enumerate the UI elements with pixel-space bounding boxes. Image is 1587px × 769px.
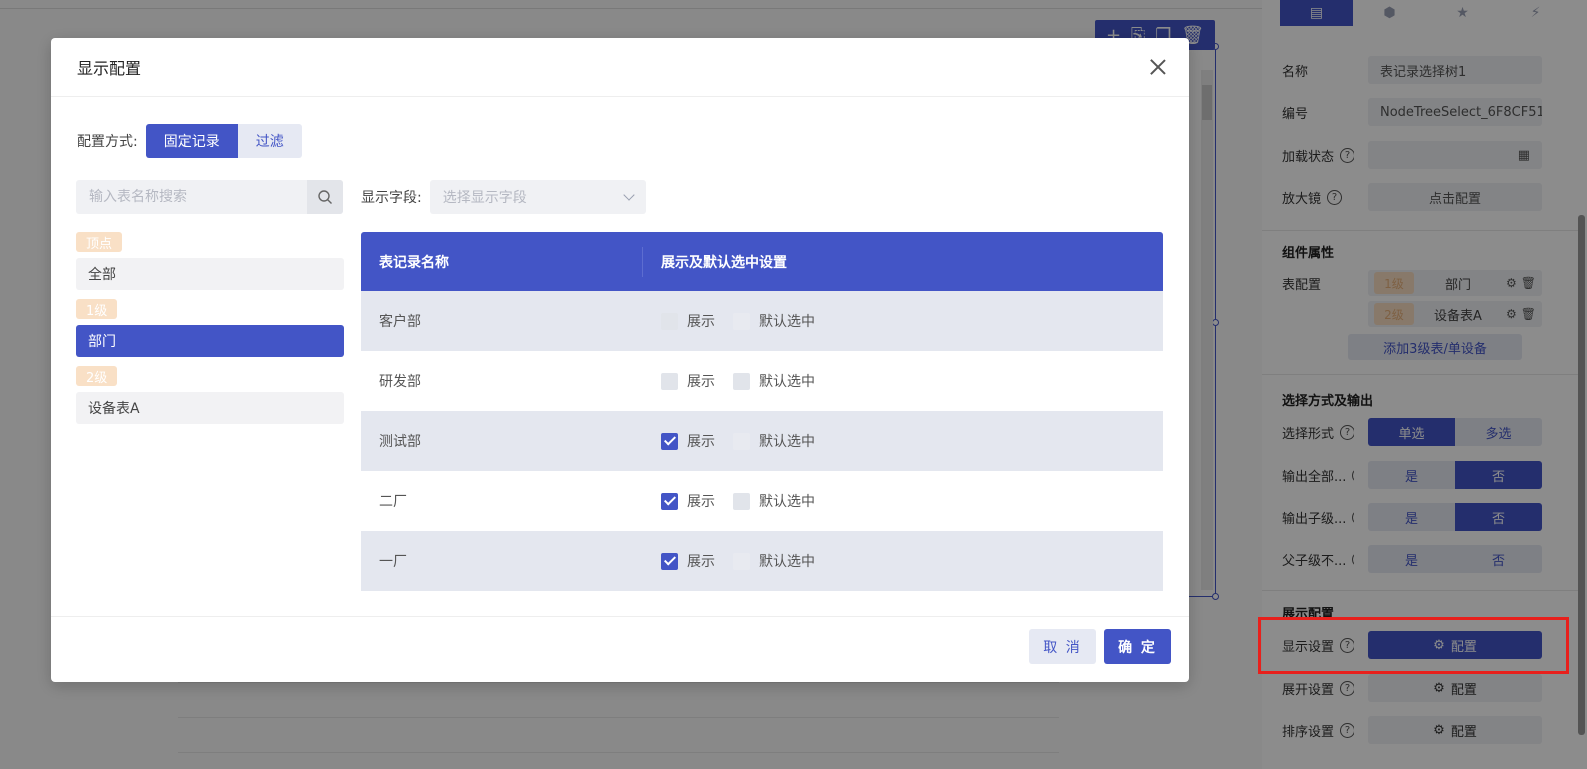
show-checkbox[interactable] (661, 492, 678, 510)
display-field-placeholder: 选择显示字段 (442, 190, 527, 206)
record-table: 表记录名称 展示及默认选中设置 客户部 展示 默认选中 研发部 展示 默认选中 测试部 展示默… (361, 232, 1163, 591)
level-tag: 1级 (76, 299, 118, 319)
record-name: 客户部 (379, 314, 421, 330)
level-tag: 2级 (76, 366, 118, 386)
tree-item-all[interactable]: 全部 (76, 258, 344, 290)
config-mode-label: 配置方式: (77, 134, 138, 150)
show-label: 展示 (687, 314, 715, 330)
ok-button[interactable]: 确 定 (1104, 629, 1171, 664)
close-icon[interactable] (1147, 56, 1169, 78)
default-checkbox[interactable] (733, 492, 750, 510)
display-field-select[interactable]: 选择显示字段 (429, 180, 646, 214)
default-checkbox[interactable] (733, 432, 750, 450)
cancel-button[interactable]: 取 消 (1029, 629, 1096, 664)
dialog-title: 显示配置 (77, 59, 142, 78)
settings-cell: 展示 默认选中 (643, 431, 833, 451)
show-checkbox[interactable] (661, 372, 678, 390)
highlight-box (1258, 617, 1569, 674)
default-label: 默认选中 (759, 314, 815, 330)
chevron-down-icon (623, 189, 635, 201)
table-row: 研发部 展示 默认选中 (361, 351, 1163, 411)
tree-item-device-table-a[interactable]: 设备表A (76, 392, 344, 424)
record-name: 一厂 (379, 554, 407, 570)
display-field-label: 显示字段: (361, 190, 422, 206)
dialog-footer: 取 消 确 定 (51, 616, 1189, 682)
default-label: 默认选中 (759, 434, 815, 450)
show-label: 展示 (687, 434, 715, 450)
default-label: 默认选中 (759, 374, 815, 390)
display-config-dialog: 显示配置 配置方式: 固定记录 过滤 顶点 全部 1级 部门 2级 设备表A 显… (51, 38, 1189, 682)
table-row: 测试部 展示 默认选中 (361, 411, 1163, 471)
table-header: 表记录名称 展示及默认选中设置 (361, 232, 1163, 291)
column-header-settings: 展示及默认选中设置 (661, 254, 787, 271)
show-label: 展示 (687, 554, 715, 570)
display-field-row: 显示字段: 选择显示字段 (361, 180, 646, 214)
default-checkbox[interactable] (733, 552, 750, 570)
dialog-header: 显示配置 (51, 38, 1189, 97)
search-button[interactable] (307, 180, 343, 214)
record-name: 测试部 (379, 434, 421, 450)
default-checkbox[interactable] (733, 312, 750, 330)
table-row: 一厂 展示 默认选中 (361, 531, 1163, 591)
show-label: 展示 (687, 374, 715, 390)
table-search (76, 180, 343, 214)
show-checkbox[interactable] (661, 432, 678, 450)
show-label: 展示 (687, 494, 715, 510)
default-checkbox[interactable] (733, 372, 750, 390)
default-label: 默认选中 (759, 554, 815, 570)
table-search-input[interactable] (76, 180, 307, 214)
fixed-record-option[interactable]: 固定记录 (145, 124, 238, 158)
settings-cell: 展示 默认选中 (643, 491, 833, 511)
settings-cell: 展示 默认选中 (643, 371, 833, 391)
column-header-name: 表记录名称 (361, 246, 643, 277)
settings-cell: 展示 默认选中 (643, 311, 833, 331)
table-row: 客户部 展示 默认选中 (361, 291, 1163, 351)
table-row: 二厂 展示 默认选中 (361, 471, 1163, 531)
tree-item-department[interactable]: 部门 (76, 325, 344, 357)
filter-option[interactable]: 过滤 (237, 124, 302, 158)
default-label: 默认选中 (759, 494, 815, 510)
search-icon (318, 190, 332, 204)
show-checkbox[interactable] (661, 312, 678, 330)
record-name: 二厂 (379, 494, 407, 510)
record-name: 研发部 (379, 374, 421, 390)
settings-cell: 展示 默认选中 (643, 551, 833, 571)
config-mode-group: 配置方式: 固定记录 过滤 (77, 124, 302, 158)
show-checkbox[interactable] (661, 552, 678, 570)
level-tree: 顶点 全部 1级 部门 2级 设备表A (76, 232, 344, 433)
level-tag: 顶点 (76, 232, 123, 252)
